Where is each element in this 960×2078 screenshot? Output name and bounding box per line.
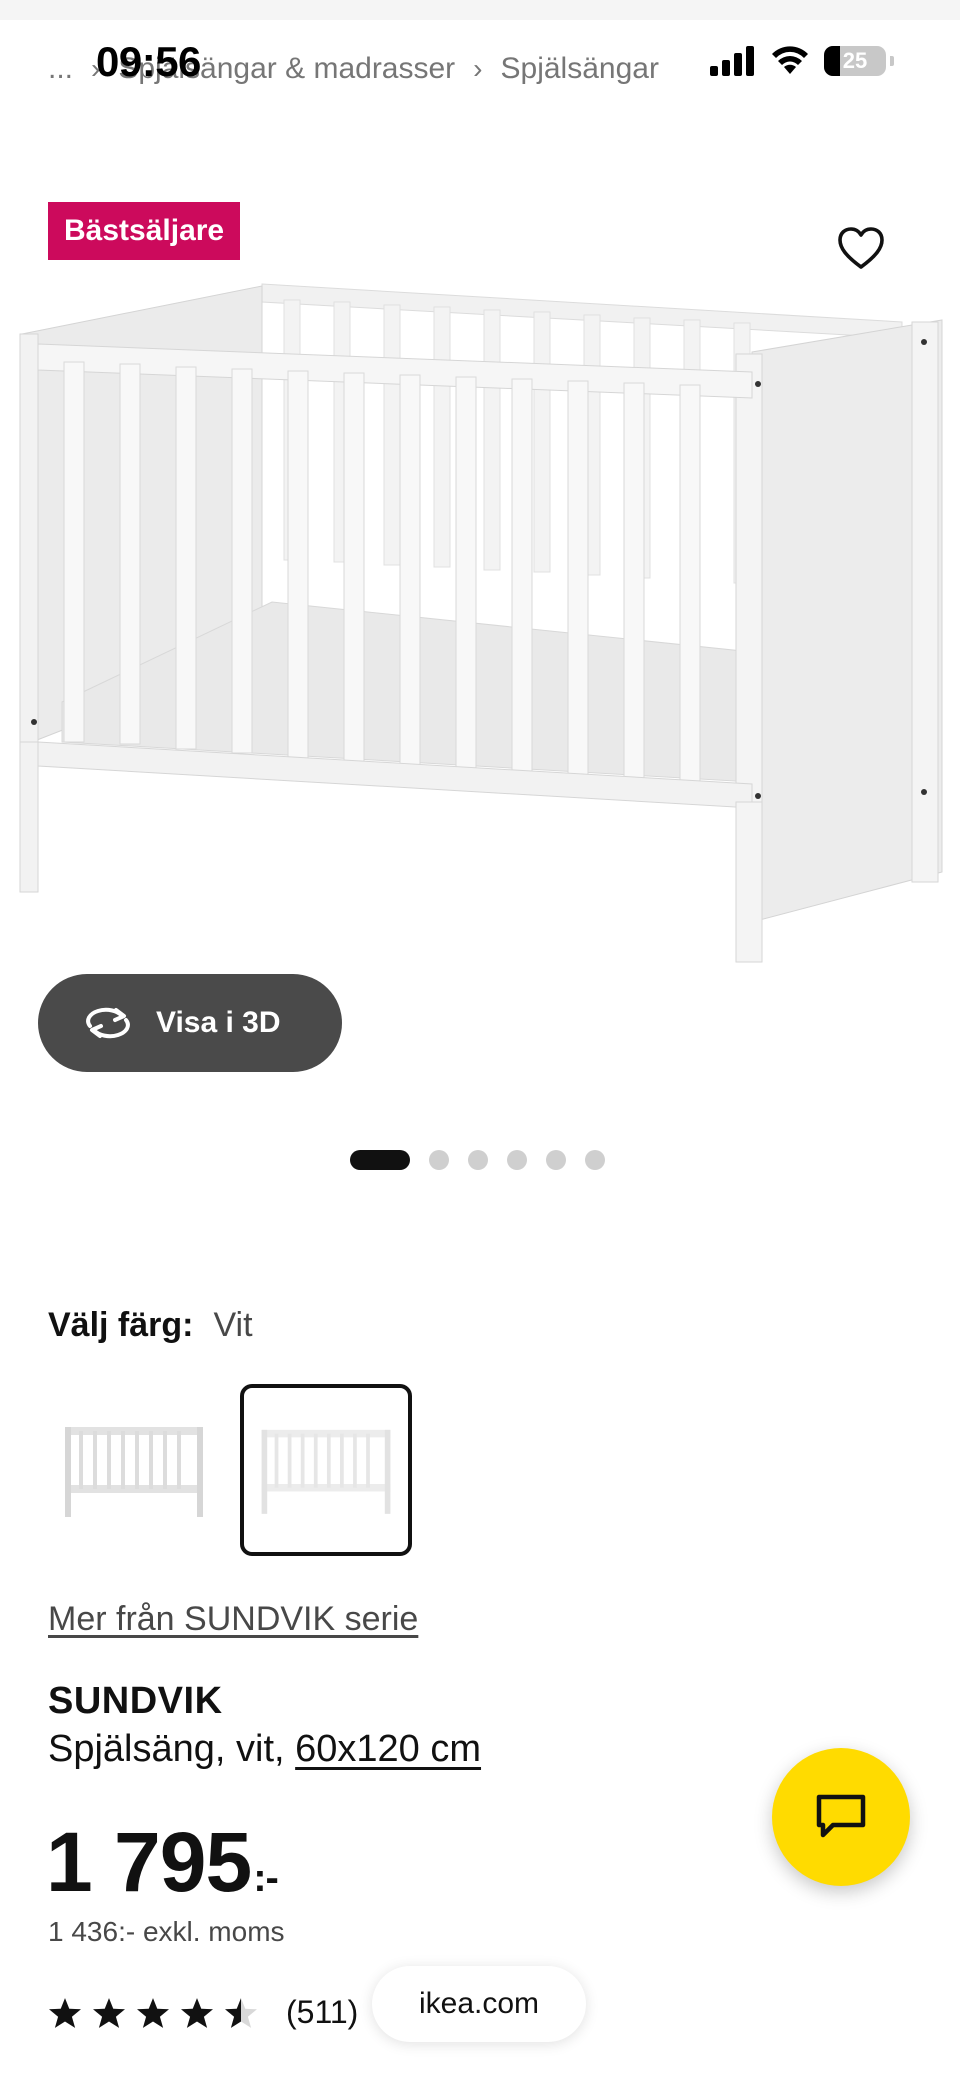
rating-count: (511): [286, 1994, 359, 2030]
star-half-icon: [225, 1997, 257, 2028]
view-in-3d-button[interactable]: Visa i 3D: [38, 974, 342, 1072]
cellular-signal-icon: [710, 46, 754, 76]
top-band: [0, 0, 960, 20]
breadcrumb-item-more[interactable]: ...: [48, 52, 73, 86]
color-option-white[interactable]: [240, 1384, 412, 1556]
browser-url-pill[interactable]: ikea.com: [372, 1966, 586, 2042]
image-carousel-indicator: [350, 1150, 605, 1170]
color-value: Vit: [213, 1306, 253, 1344]
rating-stars: [48, 1996, 258, 2030]
status-icons: 25: [710, 46, 894, 76]
carousel-dot[interactable]: [429, 1150, 449, 1170]
carousel-dot[interactable]: [507, 1150, 527, 1170]
battery-level: 25: [842, 48, 868, 73]
heart-icon[interactable]: [836, 224, 886, 274]
carousel-dot[interactable]: [585, 1150, 605, 1170]
color-option-grey-white[interactable]: [48, 1384, 220, 1556]
product-name: SUNDVIK: [48, 1680, 223, 1722]
series-link[interactable]: Mer från SUNDVIK serie: [48, 1600, 418, 1639]
star-filled-icon: [93, 1997, 125, 2028]
crib-thumbnail-image: [261, 1429, 391, 1514]
price: 1 795:-: [46, 1814, 279, 1911]
breadcrumb-item-cribs[interactable]: Spjälsängar: [501, 52, 659, 86]
battery-icon: 25: [824, 46, 886, 76]
battery-nub: [890, 56, 894, 66]
carousel-dot[interactable]: [350, 1150, 410, 1170]
crib-product-image: [19, 283, 943, 963]
battery-fill: [824, 46, 840, 76]
star-filled-icon: [137, 1997, 169, 2028]
wifi-icon: [772, 46, 808, 74]
price-excl-vat: 1 436:- exkl. moms: [48, 1916, 285, 1947]
price-suffix: :-: [253, 1856, 279, 1900]
crib-thumbnail-image: [65, 1427, 203, 1517]
star-filled-icon: [49, 1997, 81, 2028]
color-selector-header: Välj färg: Vit: [48, 1306, 253, 1345]
chat-button[interactable]: [772, 1748, 910, 1886]
rating[interactable]: (511): [48, 1994, 358, 2031]
status-time: 09:56: [96, 38, 201, 85]
product-desc-text: Spjälsäng, vit,: [48, 1728, 296, 1770]
bestseller-badge: Bästsäljare: [48, 202, 241, 260]
chat-bubble-icon: [816, 1794, 866, 1838]
price-amount: 1 795: [46, 1815, 252, 1909]
view-in-3d-label: Visa i 3D: [156, 1006, 281, 1039]
color-label: Välj färg:: [48, 1306, 194, 1344]
carousel-dot[interactable]: [546, 1150, 566, 1170]
carousel-dot[interactable]: [468, 1150, 488, 1170]
chevron-right-icon: ›: [473, 53, 483, 84]
rotate-3d-icon: [86, 1007, 130, 1039]
star-filled-icon: [181, 1997, 213, 2028]
product-description: Spjälsäng, vit, 60x120 cm: [48, 1728, 481, 1771]
product-size-link[interactable]: 60x120 cm: [295, 1728, 481, 1770]
